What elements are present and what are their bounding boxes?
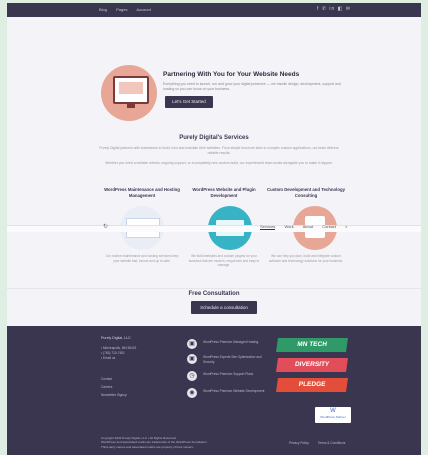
security-icon: ▣	[187, 354, 197, 364]
footer-links: Contact Careers Newsletter Signup	[101, 377, 127, 398]
get-started-button[interactable]: Let's Get Started	[165, 96, 213, 108]
footer-legal: Copyright 2022 Purely Digital, LLC • All…	[101, 436, 301, 449]
top-nav: Blog Pages Account	[99, 7, 159, 12]
footer-link-careers[interactable]: Careers	[101, 385, 127, 390]
hero-subtitle: Everything you need to launch, run and g…	[163, 82, 341, 91]
terms-link[interactable]: Terms & Conditions	[318, 441, 346, 445]
development-icon: ◉	[187, 388, 197, 398]
monitor-icon	[113, 76, 149, 108]
browser-page: Blog Pages Account f ✆ in ◧ ✉ Partnering…	[7, 3, 421, 455]
schedule-consultation-button[interactable]: Schedule a consultation	[191, 301, 257, 314]
services-intro-2: Whether you need a website refresh, ongo…	[105, 161, 333, 165]
service-title-consulting: Custom Development and Technology Consul…	[267, 187, 345, 198]
services-title: Purely Digital's Services	[179, 135, 249, 141]
diversity-badge: DIVERSITY	[276, 358, 348, 372]
feature-support: WordPress Premium Support Plans	[203, 372, 254, 376]
top-bar: Blog Pages Account f ✆ in ◧ ✉	[7, 3, 421, 17]
search-icon[interactable]: ⌕	[345, 224, 347, 229]
footer-company: Purely Digital, LLC	[101, 336, 131, 340]
feature-optimization: WordPress Experts Site Optimization and …	[203, 355, 262, 364]
legal-text-2: Third-party names and associated marks a…	[101, 444, 194, 449]
mn-tech-badge: MN TECH	[276, 338, 348, 352]
subnav-work[interactable]: Work	[284, 224, 293, 229]
monitor-screen	[119, 82, 143, 94]
footer-link-newsletter[interactable]: Newsletter Signup	[101, 393, 127, 398]
subnav-about[interactable]: About	[303, 224, 313, 229]
hosting-icon: ▣	[187, 339, 197, 349]
wordpress-logo-icon: W	[330, 408, 336, 414]
consultation-title: Free Consultation	[188, 291, 240, 297]
wordpress-partner-badge: W WordPress Partner	[315, 407, 351, 423]
site-footer: Purely Digital, LLC ▪ Minneapolis, MN 55…	[7, 326, 421, 455]
service-text-development: We build websites and custom plugins for…	[188, 254, 260, 268]
support-icon: ◷	[187, 371, 197, 381]
service-title-maintenance: WordPress Maintenance and Hosting Manage…	[104, 187, 180, 198]
services-intro-1: Purely Digital partners with businesses …	[99, 146, 339, 155]
nav-pages[interactable]: Pages	[116, 7, 127, 12]
section-divider	[7, 288, 421, 289]
social-icons[interactable]: f ✆ in ◧ ✉	[317, 6, 351, 12]
partner-text: WordPress Partner	[320, 415, 346, 419]
subnav-items: Services Work About Contact ⌕	[260, 224, 355, 230]
pledge-badge: PLEDGE	[276, 378, 348, 392]
service-text-consulting: We can help you plan, build and integrat…	[268, 254, 344, 263]
footer-email[interactable]: ▪ Email us	[101, 356, 137, 361]
subnav-contact[interactable]: Contact	[322, 224, 336, 229]
privacy-policy-link[interactable]: Privacy Policy	[289, 441, 309, 445]
nav-account[interactable]: Account	[136, 7, 150, 12]
loading-spinner-icon: ↻	[103, 224, 109, 230]
sticky-subnav: ↻ Services Work About Contact ⌕	[7, 224, 421, 232]
service-title-development: WordPress Website and Plugin Development	[192, 187, 256, 198]
hero-title: Partnering With You for Your Website Nee…	[163, 71, 300, 78]
footer-bottom-links: Privacy Policy Terms & Conditions	[289, 441, 345, 446]
feature-development: WordPress Premium Website Development	[203, 389, 265, 393]
nav-blog[interactable]: Blog	[99, 7, 107, 12]
subnav-services[interactable]: Services	[260, 224, 276, 230]
monitor-stand	[127, 102, 135, 108]
footer-address: ▪ Minneapolis, MN 55401 ▪ (763) 710-7451…	[101, 346, 137, 361]
feature-hosting: WordPress Premium Managed Hosting	[203, 340, 259, 344]
footer-link-contact[interactable]: Contact	[101, 377, 127, 382]
service-text-maintenance: Our routine maintenance and hosting serv…	[105, 254, 179, 263]
